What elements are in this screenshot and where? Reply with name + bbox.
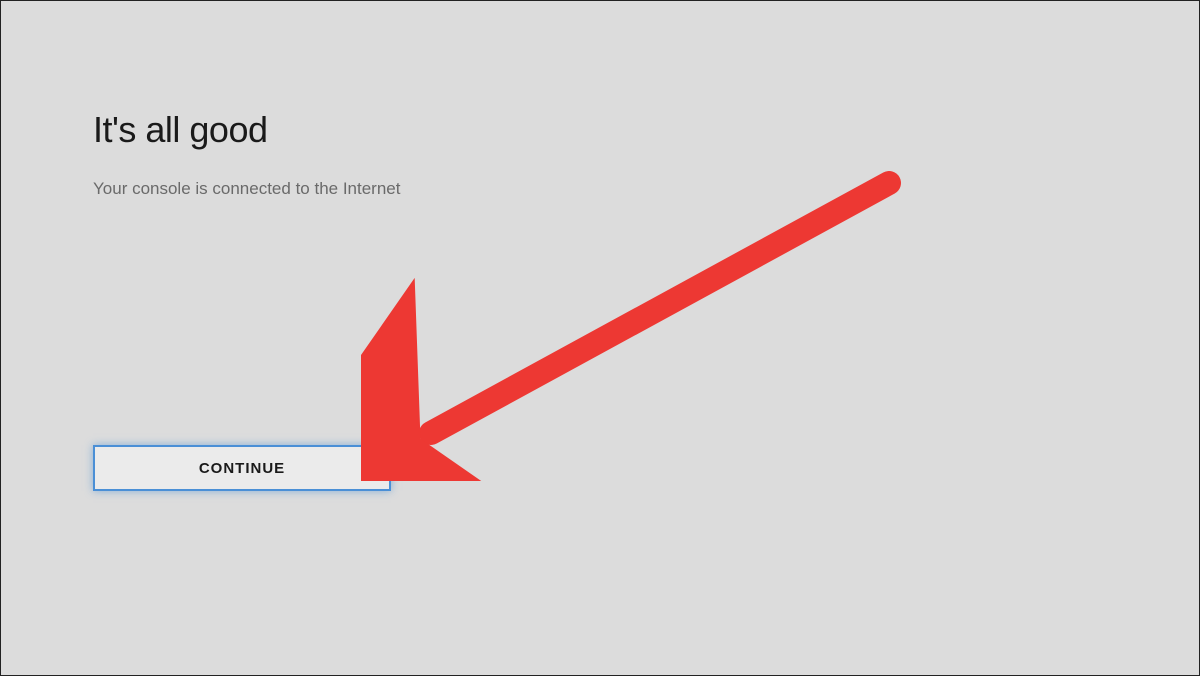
page-title: It's all good <box>93 109 1199 151</box>
page-subtitle: Your console is connected to the Interne… <box>93 179 1199 199</box>
continue-button-label: CONTINUE <box>199 460 285 477</box>
annotation-arrow-icon <box>361 171 921 481</box>
continue-button[interactable]: CONTINUE <box>93 445 391 491</box>
main-content: It's all good Your console is connected … <box>1 1 1199 199</box>
